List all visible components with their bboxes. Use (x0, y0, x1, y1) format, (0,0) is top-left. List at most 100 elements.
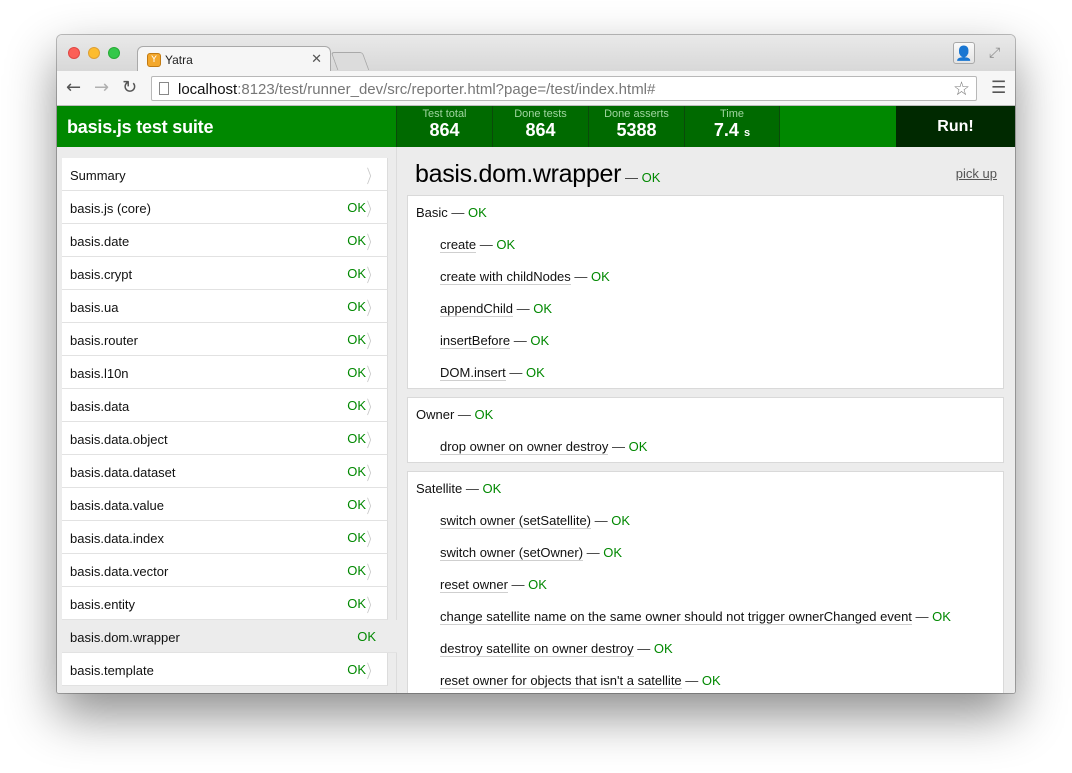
sidebar-item[interactable]: basis.entity OK 〉 (62, 587, 388, 620)
sidebar-item[interactable]: basis.data OK 〉 (62, 389, 388, 422)
app-header: basis.js test suite Test total 864 Done … (57, 106, 1015, 147)
sidebar-item-status: OK (347, 299, 366, 314)
chevron-right-icon: 〉 (366, 266, 378, 287)
run-button[interactable]: Run! (896, 106, 1015, 147)
sidebar-item-status: OK (347, 365, 366, 380)
sidebar-item[interactable]: basis.crypt OK 〉 (62, 257, 388, 290)
test-item[interactable]: switch owner (setSatellite) — OK (440, 513, 630, 529)
profile-icon[interactable]: 👤 (953, 42, 975, 64)
test-name: destroy satellite on owner destroy (440, 641, 634, 657)
minimize-window-button[interactable] (88, 47, 100, 59)
close-window-button[interactable] (68, 47, 80, 59)
test-item[interactable]: insertBefore — OK (440, 333, 549, 349)
sidebar-item-status: OK (347, 596, 366, 611)
favicon-icon: Y (147, 53, 161, 67)
sidebar-item[interactable]: basis.data.dataset OK 〉 (62, 455, 388, 488)
test-group-header[interactable]: Basic — OK (416, 205, 487, 220)
sidebar-item[interactable]: basis.data.index OK 〉 (62, 521, 388, 554)
stat-value: 7.4 s (713, 120, 751, 140)
sidebar-item[interactable]: basis.dom.wrapper OK (62, 620, 397, 653)
new-tab-button[interactable] (330, 52, 370, 70)
sidebar-item-status: OK (347, 332, 366, 347)
test-name: appendChild (440, 301, 514, 317)
test-status: OK (591, 269, 610, 284)
chevron-right-icon: 〉 (366, 596, 378, 617)
stat-label: Done tests (514, 108, 567, 120)
bookmark-star-icon[interactable]: ☆ (953, 78, 970, 100)
reload-icon[interactable]: ↻ (122, 78, 137, 98)
sidebar-item[interactable]: basis.data.vector OK 〉 (62, 554, 388, 587)
pick-up-link[interactable]: pick up (956, 166, 997, 181)
forward-arrow-icon[interactable]: → (94, 78, 109, 98)
sidebar: Summary 〉 basis.js (core) OK 〉 basis.date OK 〉 b… (57, 147, 397, 693)
sidebar-item-label: basis.data.index (70, 531, 164, 546)
test-item[interactable]: switch owner (setOwner) — OK (440, 545, 623, 561)
sidebar-item[interactable]: Summary 〉 (62, 158, 388, 191)
sidebar-item[interactable]: basis.ua OK 〉 (62, 290, 388, 323)
test-status: OK (701, 673, 721, 688)
test-item[interactable]: reset owner — OK (440, 577, 547, 593)
title-bar: Y Yatra ✕ 👤 ⤢ (57, 35, 1015, 72)
sidebar-item-status: OK (347, 563, 366, 578)
test-item[interactable]: reset owner for objects that isn't a sat… (440, 673, 721, 689)
sidebar-item-status: OK (347, 431, 366, 446)
test-name: change satellite name on the same owner … (440, 609, 912, 625)
back-arrow-icon[interactable]: ← (66, 78, 81, 98)
sidebar-item-label: basis.data (70, 399, 130, 414)
test-group-header[interactable]: Owner — OK (416, 407, 493, 422)
chevron-right-icon: 〉 (366, 497, 378, 518)
test-item[interactable]: appendChild — OK (440, 301, 552, 317)
chevron-right-icon: 〉 (366, 662, 378, 683)
test-item[interactable]: DOM.insert — OK (440, 365, 545, 381)
fullscreen-icon[interactable]: ⤢ (989, 44, 1000, 61)
test-status: OK (496, 237, 516, 252)
sidebar-item[interactable]: basis.date OK 〉 (62, 224, 388, 257)
page-title: basis.dom.wrapper (415, 160, 622, 188)
sidebar-item[interactable]: basis.template OK 〉 (62, 653, 388, 686)
chevron-right-icon: 〉 (366, 200, 378, 221)
test-name: insertBefore (440, 333, 511, 349)
menu-icon[interactable]: ☰ (991, 80, 1006, 97)
sidebar-item[interactable]: basis.data.value OK 〉 (62, 488, 388, 521)
test-item[interactable]: drop owner on owner destroy — OK (440, 439, 648, 455)
test-name: create (440, 237, 477, 253)
page-icon (159, 82, 169, 95)
sidebar-item[interactable]: basis.data.object OK 〉 (62, 422, 388, 455)
stat-label: Time (719, 108, 745, 120)
sidebar-item[interactable]: basis.js (core) OK 〉 (62, 191, 388, 224)
test-status: OK (528, 577, 547, 592)
suite-title: basis.js test suite (67, 117, 214, 137)
stat-test-total: Test total 864 (396, 106, 492, 147)
test-item[interactable]: change satellite name on the same owner … (440, 609, 951, 625)
sidebar-item[interactable]: basis.router OK 〉 (62, 323, 388, 356)
chevron-right-icon: 〉 (366, 398, 378, 419)
test-status: OK (628, 439, 648, 454)
test-status: OK (603, 545, 623, 560)
chevron-right-icon: 〉 (366, 233, 378, 254)
test-group-header[interactable]: Satellite — OK (416, 481, 501, 496)
address-bar[interactable]: localhost:8123/test/runner_dev/src/repor… (151, 76, 977, 101)
test-name: DOM.insert (440, 365, 506, 381)
close-tab-icon[interactable]: ✕ (311, 52, 322, 66)
test-group: Basic — OK create — OK create with childNo… (407, 195, 1004, 389)
test-item[interactable]: create — OK (440, 237, 516, 253)
main-content: basis.dom.wrapper — OK pick up Basic — O… (397, 147, 1015, 693)
sidebar-item-label: basis.template (70, 663, 154, 678)
test-name: switch owner (setOwner) (440, 545, 584, 561)
sidebar-item-label: basis.ua (70, 300, 119, 315)
maximize-window-button[interactable] (108, 47, 120, 59)
url-text[interactable]: localhost:8123/test/runner_dev/src/repor… (178, 81, 655, 98)
sidebar-item-label: basis.data.object (70, 432, 168, 447)
url-host: localhost (178, 81, 238, 98)
test-item[interactable]: create with childNodes — OK (440, 269, 610, 285)
sidebar-item-status: OK (347, 200, 366, 215)
sidebar-item[interactable]: basis.l10n OK 〉 (62, 356, 388, 389)
browser-tab[interactable]: Y Yatra ✕ (137, 46, 331, 72)
url-path: :8123/test/runner_dev/src/reporter.html?… (237, 81, 656, 98)
tab-title: Yatra (165, 53, 193, 67)
chevron-right-icon: 〉 (366, 464, 378, 485)
chevron-right-icon: 〉 (366, 299, 378, 320)
chevron-right-icon: 〉 (366, 530, 378, 551)
test-item[interactable]: destroy satellite on owner destroy — OK (440, 641, 673, 657)
stat-label: Done asserts (604, 108, 669, 120)
